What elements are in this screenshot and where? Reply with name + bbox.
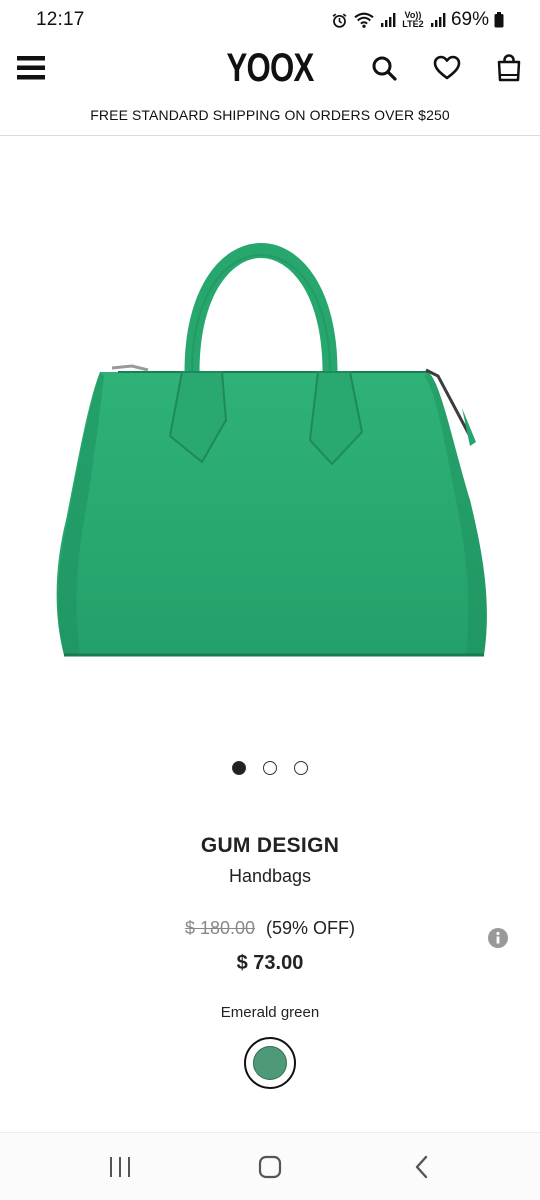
home-icon: [258, 1155, 282, 1179]
system-nav-bar: [0, 1132, 540, 1200]
wishlist-button[interactable]: [431, 52, 463, 84]
color-swatch[interactable]: [244, 1037, 296, 1089]
sale-price: $ 73.00: [236, 952, 304, 974]
battery-text: 69%: [450, 9, 489, 30]
shopping-bag-icon: [497, 54, 521, 82]
discount-label: (59% OFF): [266, 918, 356, 938]
carousel-dot-1[interactable]: [232, 761, 246, 775]
back-button[interactable]: [402, 1151, 442, 1183]
search-button[interactable]: [368, 52, 400, 84]
product-brand[interactable]: GUM DESIGN: [0, 834, 540, 858]
recent-apps-button[interactable]: [100, 1151, 140, 1183]
recent-apps-icon: [110, 1157, 130, 1177]
status-time: 12:17: [36, 9, 85, 30]
heart-icon: [433, 55, 461, 80]
status-bar: 12:17 Vo)) LTE2 69%: [0, 0, 540, 40]
price-info-button[interactable]: [488, 928, 508, 948]
search-icon: [372, 56, 397, 81]
menu-icon: [17, 56, 45, 80]
product-image[interactable]: [0, 140, 540, 740]
product-category: Handbags: [228, 866, 312, 886]
shopping-bag-button[interactable]: [493, 52, 525, 84]
back-icon: [415, 1155, 428, 1179]
home-button[interactable]: [250, 1151, 290, 1183]
shipping-promo-banner[interactable]: FREE STANDARD SHIPPING ON ORDERS OVER $2…: [0, 98, 540, 136]
color-name: Emerald green: [220, 1004, 320, 1021]
volte-icon: Vo)) LTE2: [402, 10, 424, 29]
info-icon: [488, 928, 508, 948]
carousel-dot-2[interactable]: [263, 761, 277, 775]
logo[interactable]: YOOX: [59, 46, 480, 91]
signal-icon: [380, 12, 396, 28]
alarm-icon: [331, 12, 348, 29]
app-header: YOOX: [0, 42, 540, 98]
green-handbag-image: [56, 243, 487, 657]
battery-icon: [494, 12, 504, 28]
image-carousel-dots: [0, 761, 540, 775]
color-swatch-fill: [253, 1046, 287, 1080]
original-price: $ 180.00: [184, 918, 256, 938]
signal-icon: [430, 12, 446, 28]
carousel-dot-3[interactable]: [294, 761, 308, 775]
menu-button[interactable]: [14, 50, 48, 86]
original-price-row: $ 180.00 (59% OFF): [0, 918, 540, 939]
wifi-icon: [353, 11, 375, 29]
status-icons: Vo)) LTE2 69%: [331, 9, 504, 31]
